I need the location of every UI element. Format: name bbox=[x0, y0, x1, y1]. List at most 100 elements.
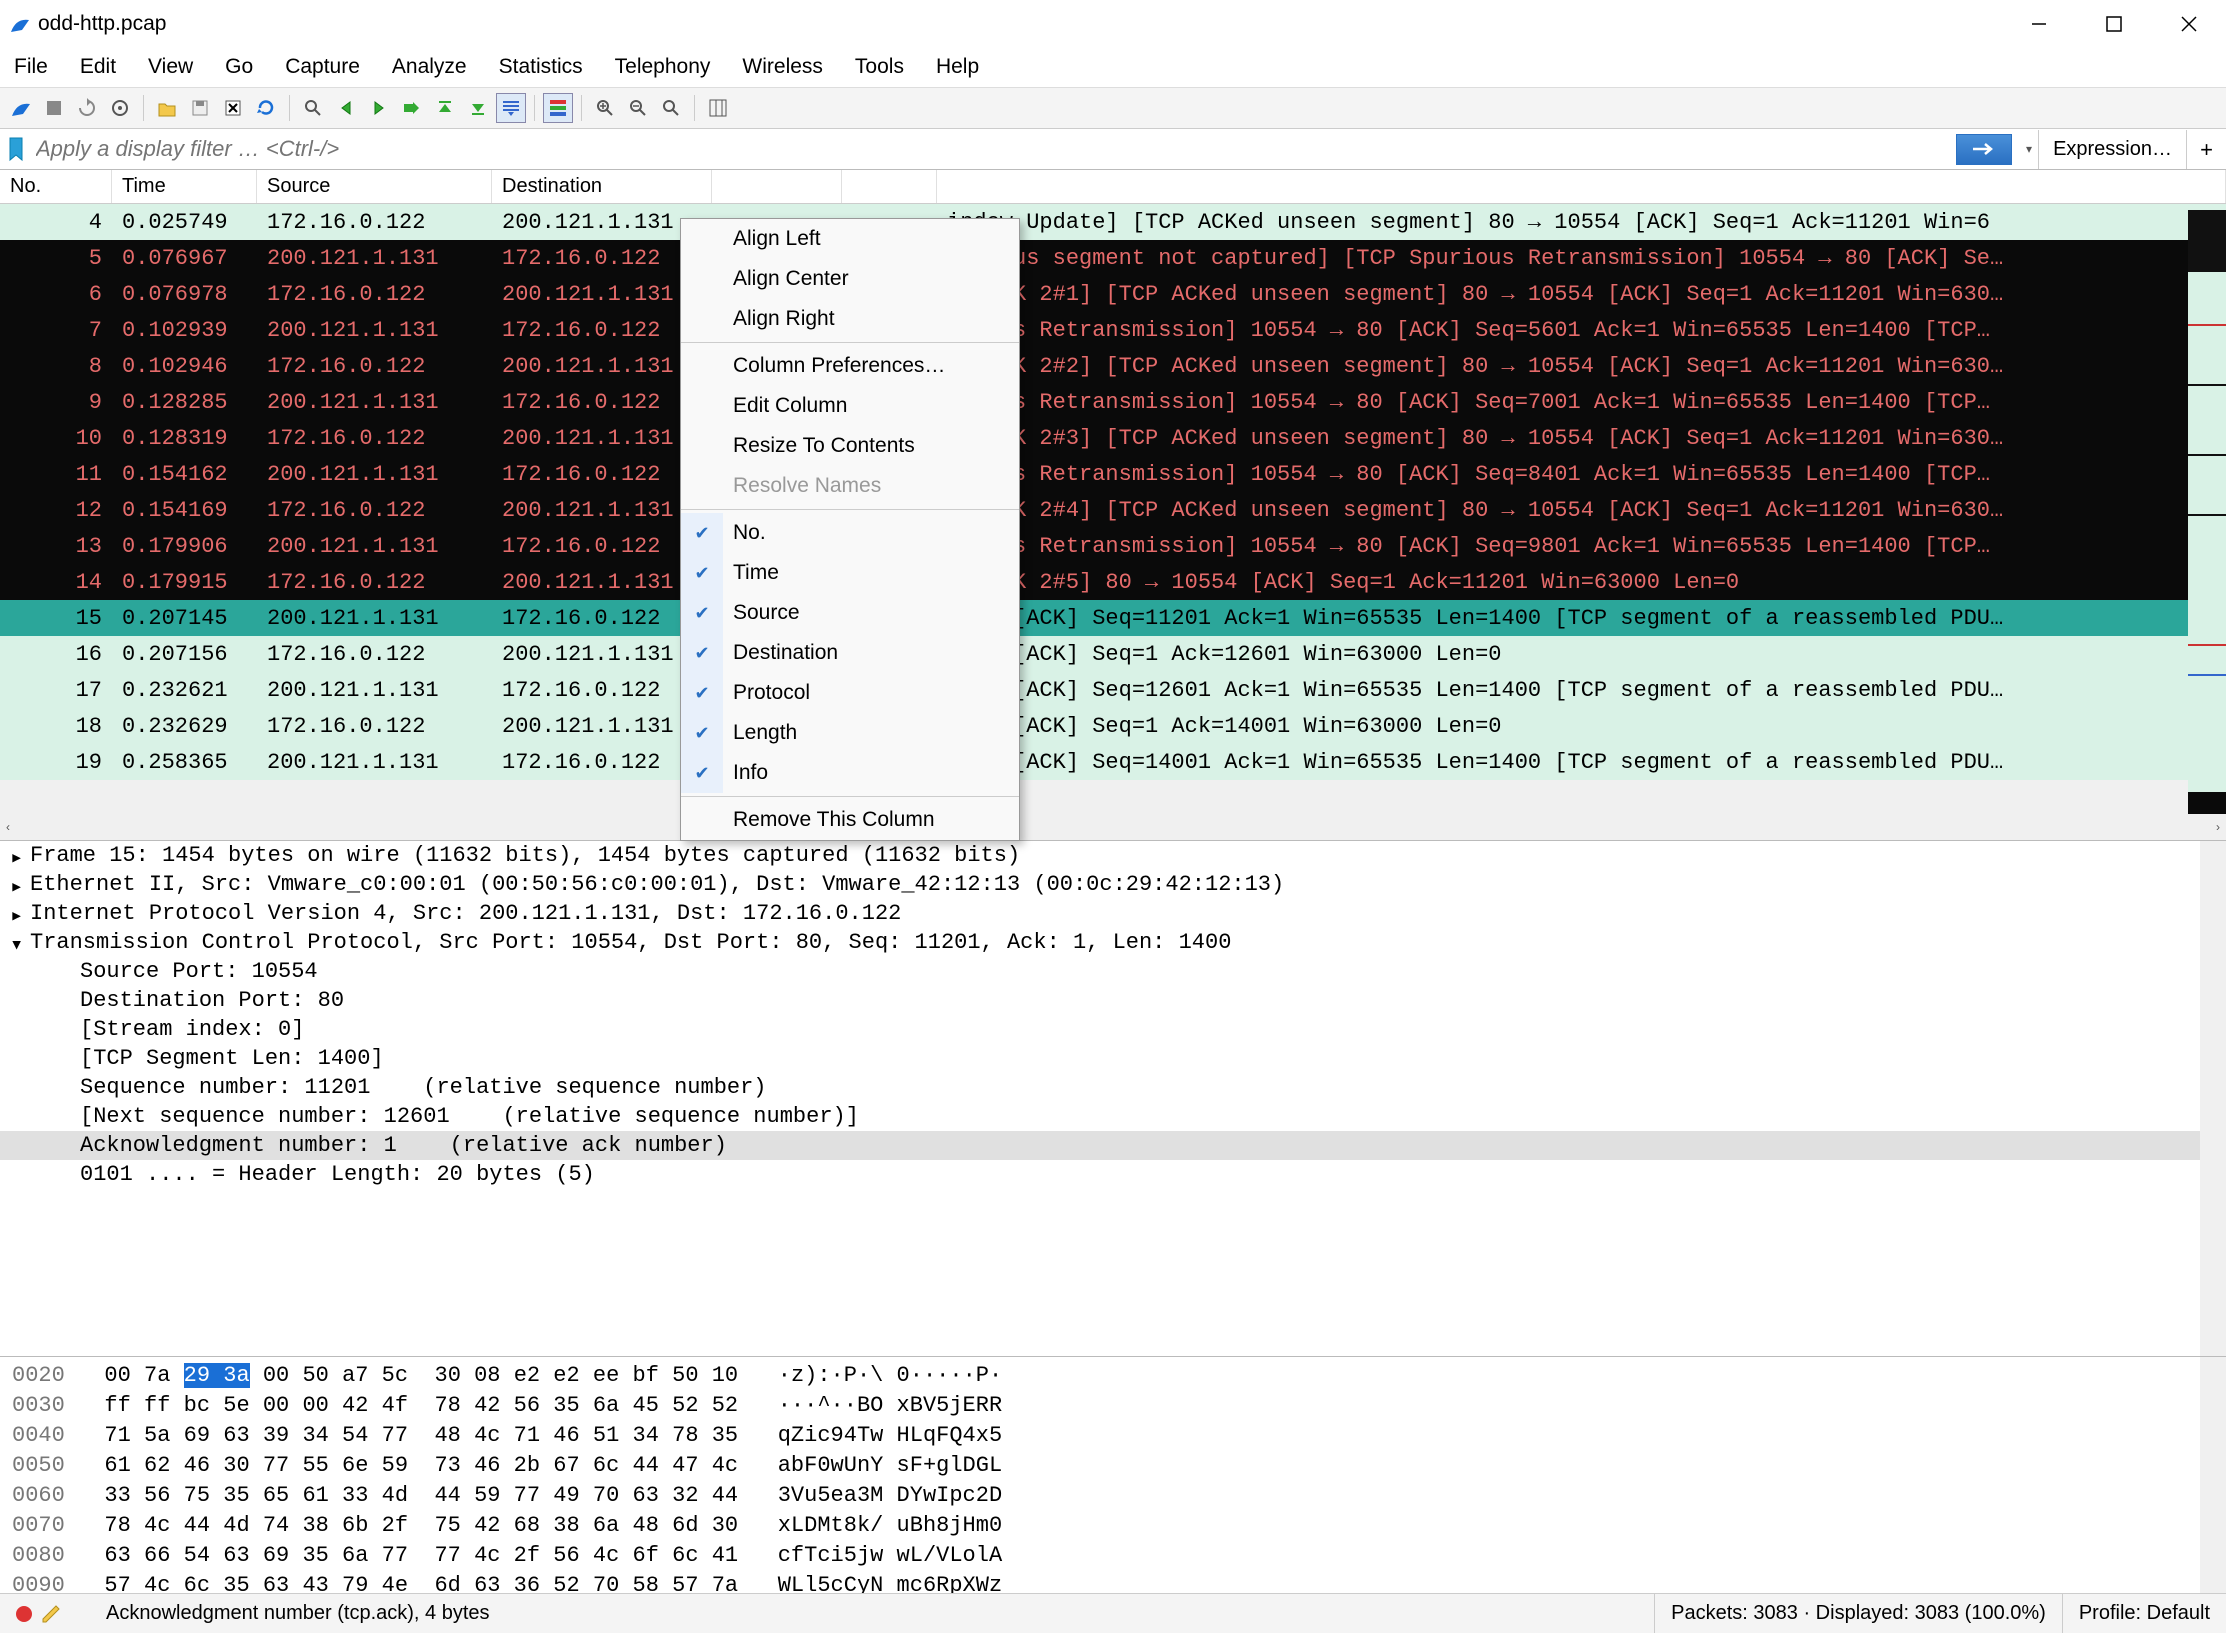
packet-row[interactable]: 190.258365200.121.1.131172.16.0.122→ 80 … bbox=[0, 744, 2188, 780]
go-first-icon[interactable] bbox=[430, 93, 460, 123]
go-to-packet-icon[interactable] bbox=[397, 93, 427, 123]
zoom-in-icon[interactable] bbox=[590, 93, 620, 123]
hex-line[interactable]: 0060 33 56 75 35 65 61 33 4d 44 59 77 49… bbox=[12, 1481, 2188, 1511]
packet-row[interactable]: 90.128285200.121.1.131172.16.0.122urious… bbox=[0, 384, 2188, 420]
ctx-align-left[interactable]: Align Left bbox=[681, 219, 1019, 259]
menu-view[interactable]: View bbox=[148, 55, 193, 79]
hex-rows[interactable]: 0020 00 7a 29 3a 00 50 a7 5c 30 08 e2 e2… bbox=[0, 1357, 2200, 1593]
details-rows[interactable]: ▸Frame 15: 1454 bytes on wire (11632 bit… bbox=[0, 841, 2200, 1356]
detail-line[interactable]: Acknowledgment number: 1 (relative ack n… bbox=[0, 1131, 2200, 1160]
maximize-button[interactable] bbox=[2076, 0, 2151, 47]
menu-go[interactable]: Go bbox=[225, 55, 253, 79]
resize-columns-icon[interactable] bbox=[703, 93, 733, 123]
tree-caret-icon[interactable]: ▸ bbox=[10, 874, 23, 900]
hex-line[interactable]: 0040 71 5a 69 63 39 34 54 77 48 4c 71 46… bbox=[12, 1421, 2188, 1451]
ctx-toggle-info[interactable]: ✔Info bbox=[681, 753, 1019, 793]
packet-minimap[interactable] bbox=[2188, 204, 2226, 814]
ctx-edit-column[interactable]: Edit Column bbox=[681, 386, 1019, 426]
details-scrollbar[interactable] bbox=[2200, 841, 2226, 1356]
menu-wireless[interactable]: Wireless bbox=[742, 55, 823, 79]
detail-line[interactable]: 0101 .... = Header Length: 20 bytes (5) bbox=[0, 1160, 2200, 1189]
hex-line[interactable]: 0090 57 4c 6c 35 63 43 79 4e 6d 63 36 52… bbox=[12, 1571, 2188, 1593]
hex-line[interactable]: 0050 61 62 46 30 77 55 6e 59 73 46 2b 67… bbox=[12, 1451, 2188, 1481]
filter-dropdown-icon[interactable]: ▾ bbox=[2020, 142, 2038, 156]
packet-row[interactable]: 60.076978172.16.0.122200.121.1.131up ACK… bbox=[0, 276, 2188, 312]
expression-button[interactable]: Expression… bbox=[2038, 130, 2186, 169]
start-capture-icon[interactable] bbox=[6, 93, 36, 123]
menu-capture[interactable]: Capture bbox=[285, 55, 360, 79]
col-header-time[interactable]: Time bbox=[112, 170, 257, 203]
hex-line[interactable]: 0020 00 7a 29 3a 00 50 a7 5c 30 08 e2 e2… bbox=[12, 1361, 2188, 1391]
col-header-source[interactable]: Source bbox=[257, 170, 492, 203]
col-header-no[interactable]: No. bbox=[0, 170, 112, 203]
ctx-remove-column[interactable]: Remove This Column bbox=[681, 800, 1019, 840]
packet-row[interactable]: 110.154162200.121.1.131172.16.0.122uriou… bbox=[0, 456, 2188, 492]
save-file-icon[interactable] bbox=[185, 93, 215, 123]
packet-rows[interactable]: 40.025749172.16.0.122200.121.1.131indow … bbox=[0, 204, 2188, 814]
detail-line[interactable]: ▾Transmission Control Protocol, Src Port… bbox=[0, 928, 2200, 957]
col-header-protocol[interactable] bbox=[712, 170, 842, 203]
go-forward-icon[interactable] bbox=[364, 93, 394, 123]
bookmark-icon[interactable] bbox=[6, 136, 26, 162]
ctx-toggle-destination[interactable]: ✔Destination bbox=[681, 633, 1019, 673]
ctx-align-center[interactable]: Align Center bbox=[681, 259, 1019, 299]
detail-line[interactable]: [TCP Segment Len: 1400] bbox=[0, 1044, 2200, 1073]
ctx-toggle-time[interactable]: ✔Time bbox=[681, 553, 1019, 593]
packet-row[interactable]: 80.102946172.16.0.122200.121.1.131up ACK… bbox=[0, 348, 2188, 384]
tree-caret-icon[interactable]: ▾ bbox=[10, 932, 23, 958]
auto-scroll-icon[interactable] bbox=[496, 93, 526, 123]
col-header-length[interactable] bbox=[842, 170, 937, 203]
packet-row[interactable]: 120.154169172.16.0.122200.121.1.131up AC… bbox=[0, 492, 2188, 528]
go-last-icon[interactable] bbox=[463, 93, 493, 123]
ctx-toggle-no[interactable]: ✔No. bbox=[681, 513, 1019, 553]
detail-line[interactable]: Destination Port: 80 bbox=[0, 986, 2200, 1015]
packet-row[interactable]: 50.076967200.121.1.131172.16.0.122reviou… bbox=[0, 240, 2188, 276]
capture-options-icon[interactable] bbox=[105, 93, 135, 123]
menu-help[interactable]: Help bbox=[936, 55, 979, 79]
menu-telephony[interactable]: Telephony bbox=[615, 55, 711, 79]
packet-row[interactable]: 100.128319172.16.0.122200.121.1.131up AC… bbox=[0, 420, 2188, 456]
reload-file-icon[interactable] bbox=[251, 93, 281, 123]
packet-row[interactable]: 180.232629172.16.0.122200.121.1.1310554 … bbox=[0, 708, 2188, 744]
detail-line[interactable]: ▸Frame 15: 1454 bytes on wire (11632 bit… bbox=[0, 841, 2200, 870]
packet-list-hscroll[interactable]: ‹› bbox=[0, 814, 2226, 840]
colorize-icon[interactable] bbox=[543, 93, 573, 123]
zoom-out-icon[interactable] bbox=[623, 93, 653, 123]
col-header-info[interactable] bbox=[937, 170, 2226, 203]
menu-tools[interactable]: Tools bbox=[855, 55, 904, 79]
menu-edit[interactable]: Edit bbox=[80, 55, 116, 79]
detail-line[interactable]: Source Port: 10554 bbox=[0, 957, 2200, 986]
packet-row[interactable]: 160.207156172.16.0.122200.121.1.1310554 … bbox=[0, 636, 2188, 672]
ctx-toggle-length[interactable]: ✔Length bbox=[681, 713, 1019, 753]
ctx-align-right[interactable]: Align Right bbox=[681, 299, 1019, 339]
packet-row[interactable]: 70.102939200.121.1.131172.16.0.122urious… bbox=[0, 312, 2188, 348]
stop-capture-icon[interactable] bbox=[39, 93, 69, 123]
menu-analyze[interactable]: Analyze bbox=[392, 55, 467, 79]
open-file-icon[interactable] bbox=[152, 93, 182, 123]
detail-line[interactable]: [Next sequence number: 12601 (relative s… bbox=[0, 1102, 2200, 1131]
menu-file[interactable]: File bbox=[14, 55, 48, 79]
packet-row[interactable]: 40.025749172.16.0.122200.121.1.131indow … bbox=[0, 204, 2188, 240]
tree-caret-icon[interactable]: ▸ bbox=[10, 845, 23, 871]
detail-line[interactable]: [Stream index: 0] bbox=[0, 1015, 2200, 1044]
edit-capture-comment-icon[interactable] bbox=[40, 1603, 62, 1625]
hex-line[interactable]: 0030 ff ff bc 5e 00 00 42 4f 78 42 56 35… bbox=[12, 1391, 2188, 1421]
apply-filter-button[interactable] bbox=[1956, 134, 2012, 165]
packet-row[interactable]: 130.179906200.121.1.131172.16.0.122uriou… bbox=[0, 528, 2188, 564]
detail-line[interactable]: Sequence number: 11201 (relative sequenc… bbox=[0, 1073, 2200, 1102]
expert-info-icon[interactable] bbox=[16, 1606, 32, 1622]
menu-statistics[interactable]: Statistics bbox=[499, 55, 583, 79]
close-file-icon[interactable] bbox=[218, 93, 248, 123]
detail-line[interactable]: ▸Internet Protocol Version 4, Src: 200.1… bbox=[0, 899, 2200, 928]
status-profile[interactable]: Profile: Default bbox=[2063, 1594, 2226, 1633]
hex-line[interactable]: 0080 63 66 54 63 69 35 6a 77 77 4c 2f 56… bbox=[12, 1541, 2188, 1571]
ctx-toggle-source[interactable]: ✔Source bbox=[681, 593, 1019, 633]
packet-row[interactable]: 150.207145200.121.1.131172.16.0.122→ 80 … bbox=[0, 600, 2188, 636]
ctx-toggle-protocol[interactable]: ✔Protocol bbox=[681, 673, 1019, 713]
display-filter-input[interactable] bbox=[32, 130, 1948, 169]
zoom-reset-icon[interactable] bbox=[656, 93, 686, 123]
packet-row[interactable]: 140.179915172.16.0.122200.121.1.131up AC… bbox=[0, 564, 2188, 600]
hex-line[interactable]: 0070 78 4c 44 4d 74 38 6b 2f 75 42 68 38… bbox=[12, 1511, 2188, 1541]
hex-scrollbar[interactable] bbox=[2200, 1357, 2226, 1593]
restart-capture-icon[interactable] bbox=[72, 93, 102, 123]
